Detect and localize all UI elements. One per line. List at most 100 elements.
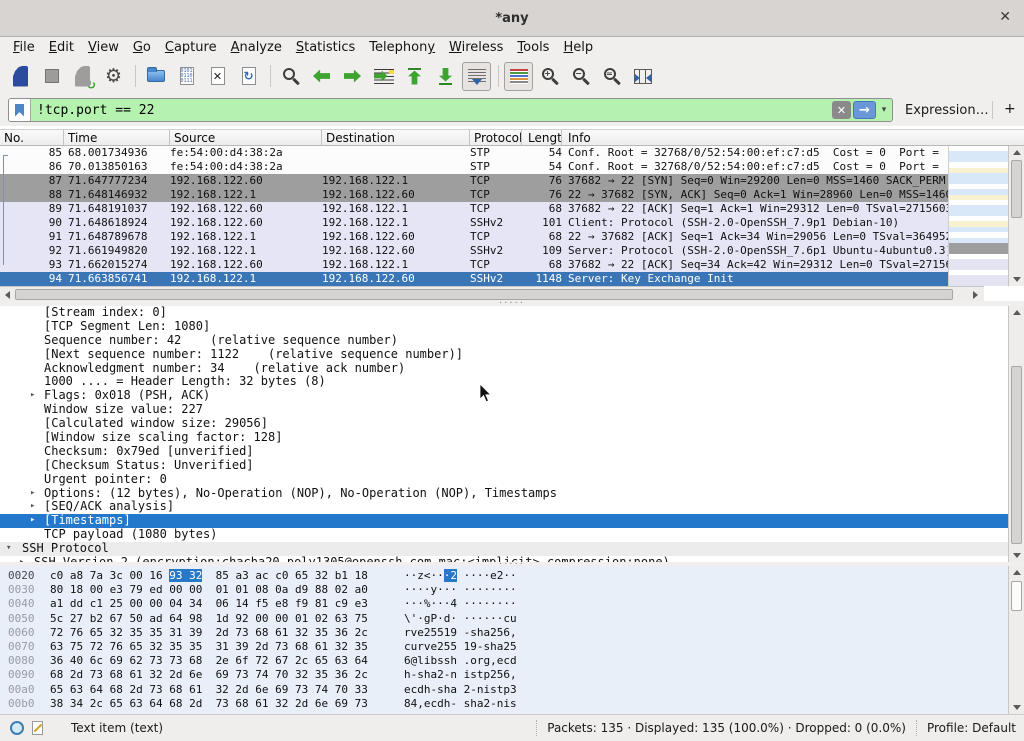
column-header-no[interactable]: No. <box>0 130 64 145</box>
clear-filter-button[interactable]: ✕ <box>832 101 851 119</box>
scroll-up-icon[interactable] <box>1009 146 1024 159</box>
hex-row[interactable]: 0040a1 dd c1 25 00 00 04 34 06 14 f5 e8 … <box>0 597 1024 611</box>
detail-line[interactable]: [TCP Segment Len: 1080] <box>0 320 1024 334</box>
detail-line[interactable]: ▸[Timestamps] <box>0 514 1024 528</box>
scroll-right-icon[interactable] <box>968 288 983 301</box>
capture-comment-icon[interactable] <box>32 721 43 735</box>
capture-options-button[interactable]: ⚙ <box>99 62 128 91</box>
menu-statistics[interactable]: Statistics <box>289 39 362 56</box>
detail-line[interactable]: Urgent pointer: 0 <box>0 473 1024 487</box>
hex-row[interactable]: 0020c0 a8 7a 3c 00 16 93 32 85 a3 ac c0 … <box>0 569 1024 583</box>
save-capture-file-button[interactable]: 0101 0110 0111 <box>172 62 201 91</box>
packet-row[interactable]: 8771.647777234192.168.122.60192.168.122.… <box>0 174 948 188</box>
packet-list-vscrollbar[interactable] <box>1008 146 1024 286</box>
auto-scroll-button[interactable] <box>462 62 491 91</box>
detail-line[interactable]: ▸[SEQ/ACK analysis] <box>0 500 1024 514</box>
zoom-in-button[interactable]: + <box>535 62 564 91</box>
detail-line[interactable]: ▸Options: (12 bytes), No-Operation (NOP)… <box>0 487 1024 501</box>
detail-line[interactable]: [Next sequence number: 1122 (relative se… <box>0 348 1024 362</box>
expand-arrow-icon[interactable]: ▸ <box>30 514 35 528</box>
filter-value[interactable]: !tcp.port == 22 <box>31 103 832 118</box>
hex-row[interactable]: 009068 2d 73 68 61 32 2d 6e 69 73 74 70 … <box>0 668 1024 682</box>
column-header-protocol[interactable]: Protocol <box>470 130 522 145</box>
menu-go[interactable]: Go <box>126 39 158 56</box>
go-to-next-packet-button[interactable] <box>338 62 367 91</box>
hex-row[interactable]: 00a065 63 64 68 2d 73 68 61 32 2d 6e 69 … <box>0 683 1024 697</box>
apply-filter-button[interactable]: → <box>853 101 876 119</box>
scroll-down-icon[interactable] <box>1009 701 1024 714</box>
detail-line[interactable]: Window size value: 227 <box>0 403 1024 417</box>
stop-capture-button[interactable] <box>37 62 66 91</box>
filter-dropdown-icon[interactable]: ▾ <box>876 99 892 121</box>
resize-columns-button[interactable] <box>628 62 657 91</box>
detail-line[interactable]: Sequence number: 42 (relative sequence n… <box>0 334 1024 348</box>
detail-line[interactable]: TCP payload (1080 bytes) <box>0 528 1024 542</box>
packet-row[interactable]: 8971.648191037192.168.122.60192.168.122.… <box>0 202 948 216</box>
restart-capture-button[interactable]: ↻ <box>68 62 97 91</box>
scroll-left-icon[interactable] <box>0 288 15 301</box>
detail-line[interactable]: [Calculated window size: 29056] <box>0 417 1024 431</box>
zoom-out-button[interactable]: − <box>566 62 595 91</box>
menu-analyze[interactable]: Analyze <box>224 39 289 56</box>
find-packet-button[interactable] <box>276 62 305 91</box>
packet-row[interactable]: 9171.648789678192.168.122.1192.168.122.6… <box>0 230 948 244</box>
close-window-icon[interactable]: ✕ <box>999 9 1011 25</box>
packet-row[interactable]: 9371.662015274192.168.122.60192.168.122.… <box>0 258 948 272</box>
close-capture-file-button[interactable]: ✕ <box>203 62 232 91</box>
menu-capture[interactable]: Capture <box>158 39 224 56</box>
packet-row[interactable]: 8871.648146932192.168.122.1192.168.122.6… <box>0 188 948 202</box>
column-header-info[interactable]: Info <box>562 130 1024 145</box>
packet-row[interactable]: 9271.661949820192.168.122.1192.168.122.6… <box>0 244 948 258</box>
expression-button[interactable]: Expression… <box>905 103 989 118</box>
menu-file[interactable]: File <box>6 39 42 56</box>
scroll-thumb[interactable] <box>1011 160 1022 218</box>
packet-row[interactable]: 9471.663856741192.168.122.1192.168.122.6… <box>0 272 948 286</box>
display-filter-input[interactable]: !tcp.port == 22 ✕ → ▾ <box>8 98 893 122</box>
scroll-thumb[interactable] <box>1011 581 1022 611</box>
scroll-up-icon[interactable] <box>1009 566 1024 579</box>
reload-capture-file-button[interactable]: ↻ <box>234 62 263 91</box>
scroll-up-icon[interactable] <box>1009 306 1024 319</box>
profile-status[interactable]: Profile: Default <box>927 721 1016 735</box>
detail-line[interactable]: Checksum: 0x79ed [unverified] <box>0 445 1024 459</box>
add-filter-button[interactable]: + <box>1004 101 1016 117</box>
go-to-previous-packet-button[interactable] <box>307 62 336 91</box>
hex-row[interactable]: 006072 76 65 32 35 35 31 39 2d 73 68 61 … <box>0 626 1024 640</box>
details-vscrollbar[interactable] <box>1008 306 1024 562</box>
detail-line[interactable]: [Window size scaling factor: 128] <box>0 431 1024 445</box>
detail-line[interactable]: Acknowledgment number: 34 (relative ack … <box>0 362 1024 376</box>
detail-line[interactable]: [Stream index: 0] <box>0 306 1024 320</box>
hex-row[interactable]: 00505c 27 b2 67 50 ad 64 98 1d 92 00 00 … <box>0 612 1024 626</box>
packet-list-hscrollbar[interactable] <box>0 286 984 301</box>
hex-row[interactable]: 008036 40 6c 69 62 73 73 68 2e 6f 72 67 … <box>0 654 1024 668</box>
packet-row[interactable]: 8568.001734936fe:54:00:d4:38:2aSTP54Conf… <box>0 146 948 160</box>
colorize-packets-button[interactable] <box>504 62 533 91</box>
scroll-down-icon[interactable] <box>1009 549 1024 562</box>
packet-list-minimap[interactable] <box>948 146 1008 286</box>
bytes-vscrollbar[interactable] <box>1008 566 1024 714</box>
column-header-source[interactable]: Source <box>170 130 322 145</box>
start-capture-button[interactable] <box>6 62 35 91</box>
column-header-time[interactable]: Time <box>64 130 170 145</box>
detail-line[interactable]: [Checksum Status: Unverified] <box>0 459 1024 473</box>
go-to-last-packet-button[interactable] <box>431 62 460 91</box>
expand-arrow-icon[interactable]: ▸ <box>30 487 35 501</box>
detail-line[interactable]: ▸Flags: 0x018 (PSH, ACK) <box>0 389 1024 403</box>
scroll-down-icon[interactable] <box>1009 273 1024 286</box>
menu-telephony[interactable]: Telephony <box>362 39 442 56</box>
hex-row[interactable]: 007063 75 72 76 65 32 35 35 31 39 2d 73 … <box>0 640 1024 654</box>
expand-arrow-icon[interactable]: ▸ <box>30 500 35 514</box>
hex-row[interactable]: 00b038 34 2c 65 63 64 68 2d 73 68 61 32 … <box>0 697 1024 711</box>
detail-line[interactable]: 1000 .... = Header Length: 32 bytes (8) <box>0 375 1024 389</box>
expand-arrow-icon[interactable]: ▸ <box>30 389 35 403</box>
hex-row[interactable]: 003080 18 00 e3 79 ed 00 00 01 01 08 0a … <box>0 583 1024 597</box>
menu-view[interactable]: View <box>81 39 126 56</box>
filter-bookmark-button[interactable] <box>9 99 31 121</box>
menu-wireless[interactable]: Wireless <box>442 39 510 56</box>
menu-edit[interactable]: Edit <box>42 39 81 56</box>
zoom-reset-button[interactable]: = <box>597 62 626 91</box>
go-to-first-packet-button[interactable] <box>400 62 429 91</box>
column-header-destination[interactable]: Destination <box>322 130 470 145</box>
packet-row[interactable]: 8670.013850163fe:54:00:d4:38:2aSTP54Conf… <box>0 160 948 174</box>
collapse-arrow-icon[interactable]: ▾ <box>6 542 11 556</box>
